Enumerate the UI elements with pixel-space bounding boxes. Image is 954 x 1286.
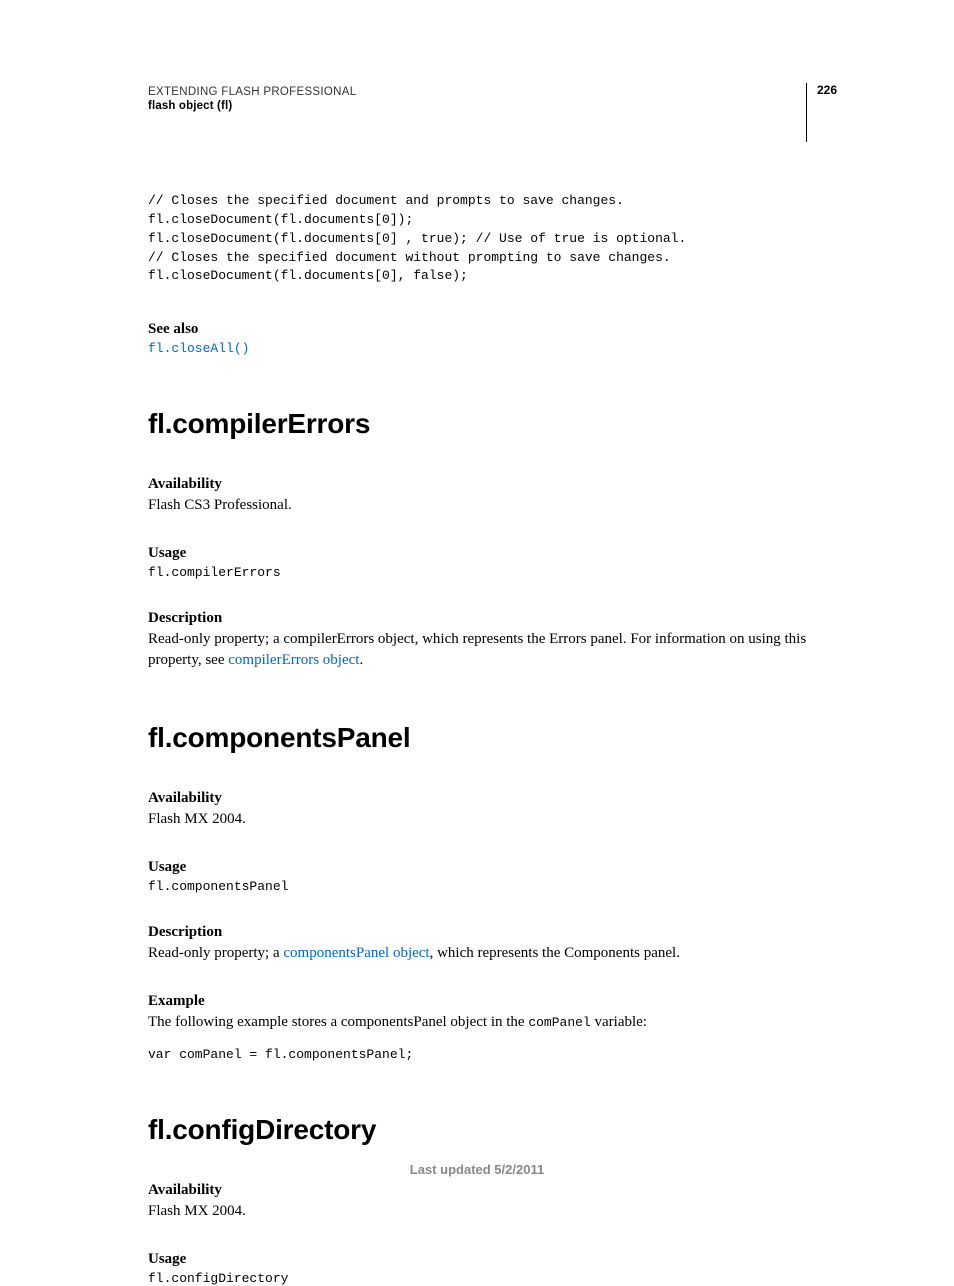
description-label: Description <box>148 610 837 627</box>
description-link-componentspanel[interactable]: componentsPanel object <box>283 945 429 961</box>
usage-code: fl.configDirectory <box>148 1271 837 1286</box>
example-code: var comPanel = fl.componentsPanel; <box>148 1047 837 1062</box>
heading-compilererrors: fl.compilerErrors <box>148 408 837 440</box>
description-text: Read-only property; a componentsPanel ob… <box>148 943 837 963</box>
description-post: . <box>359 652 363 668</box>
availability-text: Flash MX 2004. <box>148 1201 837 1221</box>
availability-text: Flash MX 2004. <box>148 809 837 829</box>
example-pre: The following example stores a component… <box>148 1014 528 1030</box>
page-header: EXTENDING FLASH PROFESSIONAL flash objec… <box>148 86 837 142</box>
usage-label: Usage <box>148 859 837 876</box>
availability-label: Availability <box>148 476 837 493</box>
document-title: EXTENDING FLASH PROFESSIONAL <box>148 86 356 98</box>
header-left-block: EXTENDING FLASH PROFESSIONAL flash objec… <box>148 86 356 112</box>
usage-code: fl.compilerErrors <box>148 565 837 580</box>
description-post: , which represents the Components panel. <box>430 945 680 961</box>
availability-label: Availability <box>148 1182 837 1199</box>
heading-componentspanel: fl.componentsPanel <box>148 722 837 754</box>
code-example-closedocument: // Closes the specified document and pro… <box>148 192 837 286</box>
description-label: Description <box>148 924 837 941</box>
example-mono: comPanel <box>528 1015 590 1030</box>
example-label: Example <box>148 993 837 1010</box>
example-text: The following example stores a component… <box>148 1012 837 1032</box>
document-subtitle: flash object (fl) <box>148 100 356 112</box>
see-also-label: See also <box>148 321 837 338</box>
availability-text: Flash CS3 Professional. <box>148 495 837 515</box>
description-link-compilererrors[interactable]: compilerErrors object <box>228 652 359 668</box>
availability-label: Availability <box>148 790 837 807</box>
usage-label: Usage <box>148 1251 837 1268</box>
description-pre: Read-only property; a <box>148 945 283 961</box>
see-also-link[interactable]: fl.closeAll() <box>148 341 837 356</box>
usage-label: Usage <box>148 545 837 562</box>
usage-code: fl.componentsPanel <box>148 879 837 894</box>
heading-configdirectory: fl.configDirectory <box>148 1114 837 1146</box>
example-post: variable: <box>591 1014 647 1030</box>
page-number: 226 <box>806 83 837 142</box>
last-updated-footer: Last updated 5/2/2011 <box>0 1162 954 1177</box>
description-text: Read-only property; a compilerErrors obj… <box>148 629 837 670</box>
